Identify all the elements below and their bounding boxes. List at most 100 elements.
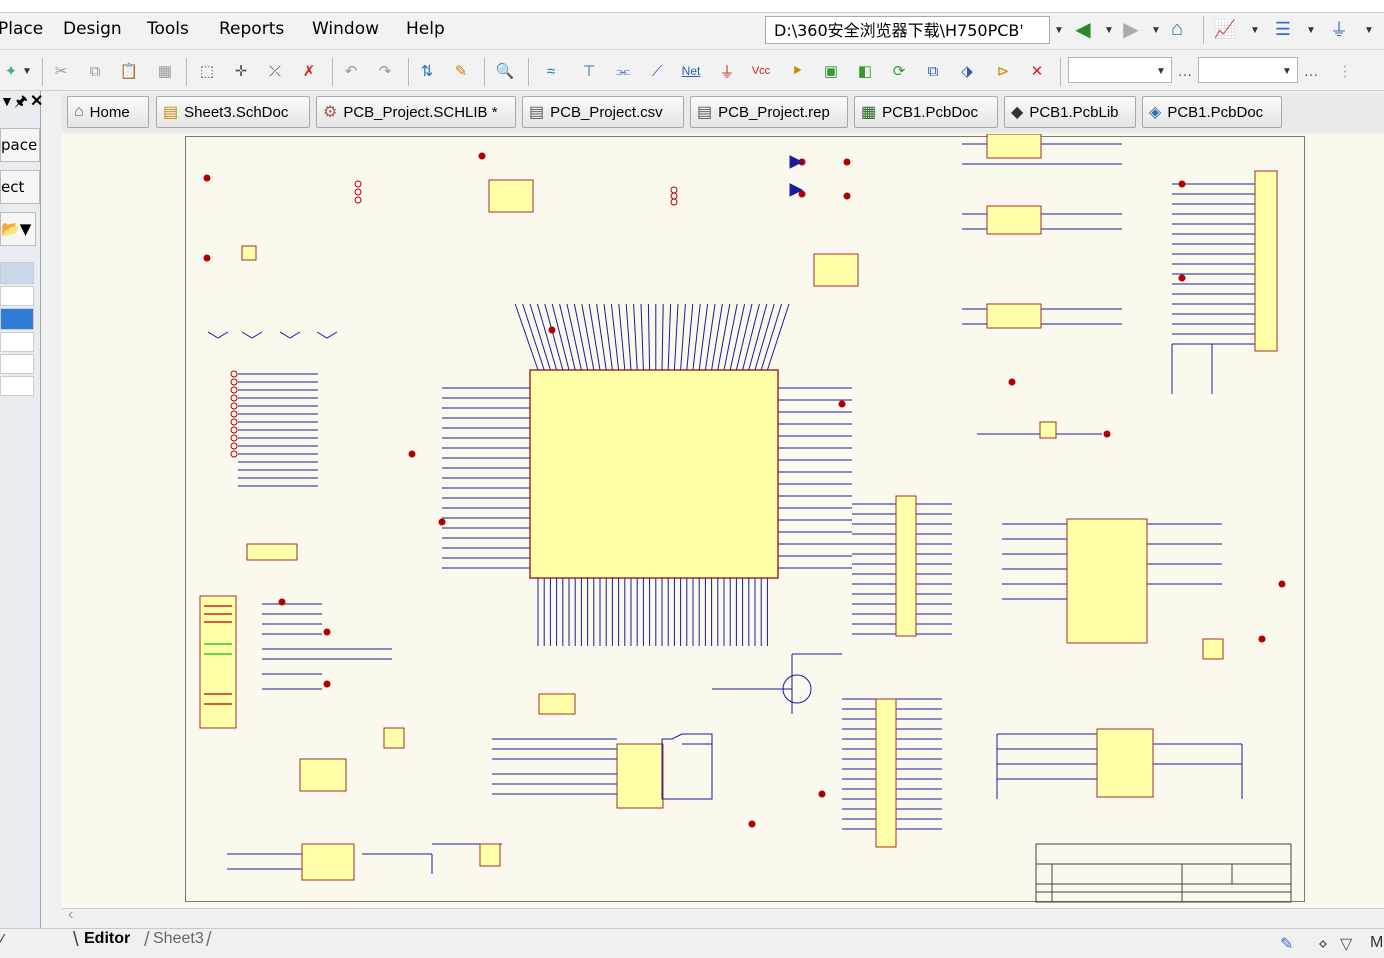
folder-icon: 📂: [1, 220, 20, 238]
mcu-pin-lead: [686, 303, 694, 371]
ground-icon[interactable]: ⏚: [1328, 18, 1350, 40]
tree-row[interactable]: [0, 332, 34, 352]
schematic-icon: ▤: [163, 104, 179, 121]
menu-reports[interactable]: Reports: [219, 19, 284, 39]
cut-icon[interactable]: ✂: [50, 60, 72, 82]
document-icon: ▤: [529, 104, 545, 121]
deselect-icon[interactable]: ✗: [298, 60, 320, 82]
mcu-pin-lead: [573, 303, 589, 371]
menu-window[interactable]: Window: [312, 19, 379, 39]
tab-pcb1-pcbdoc-2[interactable]: ◈ PCB1.PcbDoc: [1142, 96, 1282, 128]
mcu-pin-lead: [647, 303, 651, 371]
tab-sheet3[interactable]: Sheet3: [153, 930, 204, 948]
forward-icon[interactable]: ▶: [1120, 18, 1142, 41]
ground-dropdown-icon[interactable]: ▼: [1364, 25, 1374, 36]
menu-design[interactable]: Design: [63, 19, 122, 39]
paste-array-icon[interactable]: ▦: [154, 60, 176, 82]
align-dropdown-icon[interactable]: ▼: [1306, 25, 1316, 36]
path-dropdown-icon[interactable]: ▼: [1054, 25, 1064, 36]
hierarchy-icon[interactable]: ⇅: [416, 60, 438, 82]
port-icon[interactable]: ⧉: [922, 60, 944, 82]
mcu-pin-lead: [559, 303, 576, 371]
workspace-button[interactable]: pace: [0, 128, 40, 162]
panel-dropdown-icon[interactable]: ▼: [0, 93, 14, 109]
wand-dropdown-icon[interactable]: ▼: [22, 66, 32, 77]
sheet-entry-icon[interactable]: ◧: [854, 60, 876, 82]
forward-dropdown-icon[interactable]: ▼: [1151, 25, 1161, 36]
snap-icon[interactable]: ⋄: [1318, 934, 1328, 954]
pcb-3d-icon: ◈: [1149, 104, 1162, 121]
filter-icon[interactable]: ▽: [1340, 934, 1352, 954]
net-label-icon[interactable]: Net: [680, 60, 702, 82]
copy-icon[interactable]: ⧉: [84, 60, 106, 82]
back-icon[interactable]: ◀: [1072, 18, 1094, 41]
wand-icon[interactable]: ✦: [0, 60, 22, 82]
tab-csv[interactable]: ▤ PCB_Project.csv: [522, 96, 684, 128]
panel-close-icon[interactable]: ✕: [30, 91, 43, 111]
vcc-port-icon[interactable]: Vcc: [750, 60, 772, 82]
browse-library-icon[interactable]: 🔍: [494, 60, 516, 82]
chart-dropdown-icon[interactable]: ▼: [1250, 25, 1260, 36]
overflow-icon[interactable]: ⋮: [1334, 60, 1356, 82]
redo-icon[interactable]: ↷: [374, 60, 396, 82]
bus-entry-icon[interactable]: ⟋: [646, 60, 668, 82]
mcu-pin-lead: [692, 303, 701, 371]
tab-home[interactable]: ⌂ Home: [67, 96, 149, 128]
tab-rep[interactable]: ▤ PCB_Project.rep: [690, 96, 848, 128]
horizontal-scrollbar[interactable]: [62, 908, 1384, 929]
schematic-drawing: [199, 134, 1292, 903]
document-path-combo[interactable]: D:\360安全浏览器下载\H750PCB': [765, 16, 1050, 44]
mcu-pin-lead: [640, 303, 644, 371]
select-cross-icon[interactable]: ⤫: [264, 60, 286, 82]
directive-icon[interactable]: ⊳: [992, 60, 1014, 82]
undo-icon[interactable]: ↶: [340, 60, 362, 82]
tab-schlib[interactable]: ⚙ PCB_Project.SCHLIB *: [316, 96, 516, 128]
more-icon-2[interactable]: …: [1300, 60, 1322, 82]
pencil-icon[interactable]: ✎: [450, 60, 472, 82]
home-nav-icon[interactable]: ⌂: [1166, 18, 1188, 40]
sheet-symbol-icon[interactable]: ▣: [820, 60, 842, 82]
more-icon-1[interactable]: …: [1174, 60, 1196, 82]
mask-label[interactable]: M: [1370, 934, 1383, 952]
menu-place[interactable]: Place: [0, 19, 43, 39]
tree-row[interactable]: [0, 262, 34, 284]
tab-sheet3-schdoc[interactable]: ▤ Sheet3.SchDoc: [156, 96, 310, 128]
scroll-left-icon[interactable]: ‹: [68, 906, 73, 924]
place-bus-icon[interactable]: ⊤: [578, 60, 600, 82]
filter-1-dropdown-icon[interactable]: ▼: [1156, 66, 1166, 77]
panel-empty-area: [0, 402, 40, 922]
project-button[interactable]: ect: [0, 170, 40, 204]
window-title-strip: [0, 0, 1384, 13]
mcu-pin-lead: [566, 303, 582, 371]
no-erc-icon[interactable]: ✕: [1026, 60, 1048, 82]
gnd-port-icon[interactable]: ⏚: [716, 60, 738, 82]
move-icon[interactable]: ✛: [230, 60, 252, 82]
project-options-button[interactable]: 📂▼: [0, 212, 36, 246]
pin-icon[interactable]: 🖈: [14, 91, 28, 116]
align-icon[interactable]: ☰: [1272, 18, 1294, 40]
tab-editor[interactable]: Editor: [84, 930, 130, 948]
place-wire-icon[interactable]: ≈: [540, 60, 562, 82]
select-area-icon[interactable]: ⬚: [196, 60, 218, 82]
menu-help[interactable]: Help: [406, 19, 445, 39]
schematic-canvas[interactable]: [62, 134, 1384, 908]
place-part-icon[interactable]: ⯈: [786, 60, 808, 82]
tab-pcblib[interactable]: ◆ PCB1.PcbLib: [1004, 96, 1136, 128]
tab-pcb1-pcbdoc[interactable]: ▦ PCB1.PcbDoc: [854, 96, 998, 128]
back-dropdown-icon[interactable]: ▼: [1104, 25, 1114, 36]
menu-tools[interactable]: Tools: [147, 19, 189, 39]
tree-row[interactable]: [0, 286, 34, 306]
tree-row[interactable]: [0, 376, 34, 396]
mcu-pin-lead: [514, 303, 539, 371]
edit-icon[interactable]: ✎: [1280, 934, 1293, 954]
tree-row[interactable]: [0, 354, 34, 374]
filter-2-dropdown-icon[interactable]: ▼: [1282, 66, 1292, 77]
document-icon: ▤: [697, 104, 713, 121]
tab-divider: \: [73, 929, 79, 951]
tree-row-selected[interactable]: [0, 308, 34, 330]
off-sheet-icon[interactable]: ⬗: [956, 60, 978, 82]
device-sheet-icon[interactable]: ⟳: [888, 60, 910, 82]
place-harness-icon[interactable]: ⫘: [612, 60, 634, 82]
paste-icon[interactable]: 📋: [118, 60, 140, 82]
chart-icon[interactable]: 📈: [1214, 18, 1236, 40]
